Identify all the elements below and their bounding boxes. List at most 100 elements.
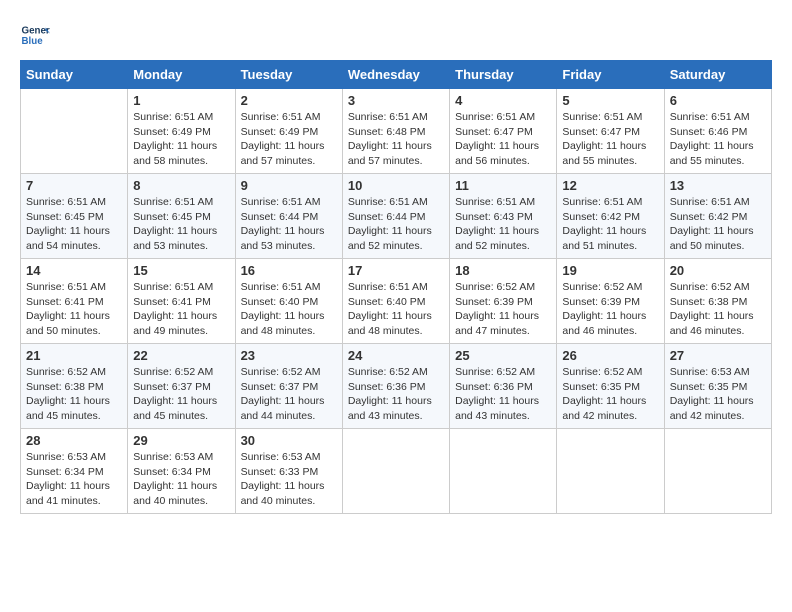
header-tuesday: Tuesday xyxy=(235,61,342,89)
calendar-cell xyxy=(342,429,449,514)
day-number: 11 xyxy=(455,178,551,193)
cell-details: Sunrise: 6:53 AMSunset: 6:33 PMDaylight:… xyxy=(241,450,337,509)
day-number: 16 xyxy=(241,263,337,278)
day-number: 6 xyxy=(670,93,766,108)
day-number: 28 xyxy=(26,433,122,448)
cell-details: Sunrise: 6:52 AMSunset: 6:39 PMDaylight:… xyxy=(562,280,658,339)
cell-details: Sunrise: 6:51 AMSunset: 6:40 PMDaylight:… xyxy=(348,280,444,339)
calendar-cell: 8 Sunrise: 6:51 AMSunset: 6:45 PMDaylight… xyxy=(128,174,235,259)
day-number: 5 xyxy=(562,93,658,108)
day-number: 22 xyxy=(133,348,229,363)
week-row-3: 21 Sunrise: 6:52 AMSunset: 6:38 PMDayligh… xyxy=(21,344,772,429)
calendar-cell: 18Sunrise: 6:52 AMSunset: 6:39 PMDayligh… xyxy=(450,259,557,344)
day-number: 4 xyxy=(455,93,551,108)
day-number: 13 xyxy=(670,178,766,193)
cell-details: Sunrise: 6:51 AMSunset: 6:47 PMDaylight:… xyxy=(562,110,658,169)
cell-details: Sunrise: 6:52 AMSunset: 6:37 PMDaylight:… xyxy=(241,365,337,424)
cell-details: Sunrise: 6:52 AMSunset: 6:36 PMDaylight:… xyxy=(348,365,444,424)
cell-details: Sunrise: 6:52 AMSunset: 6:38 PMDaylight:… xyxy=(26,365,122,424)
week-row-1: 7 Sunrise: 6:51 AMSunset: 6:45 PMDaylight… xyxy=(21,174,772,259)
day-number: 12 xyxy=(562,178,658,193)
header-saturday: Saturday xyxy=(664,61,771,89)
day-number: 24 xyxy=(348,348,444,363)
cell-details: Sunrise: 6:51 AMSunset: 6:41 PMDaylight:… xyxy=(133,280,229,339)
svg-text:Blue: Blue xyxy=(22,36,44,47)
logo-icon: General Blue xyxy=(20,20,50,50)
calendar-cell: 10Sunrise: 6:51 AMSunset: 6:44 PMDayligh… xyxy=(342,174,449,259)
day-number: 23 xyxy=(241,348,337,363)
calendar-cell: 28 Sunrise: 6:53 AMSunset: 6:34 PMDayligh… xyxy=(21,429,128,514)
cell-details: Sunrise: 6:51 AMSunset: 6:42 PMDaylight:… xyxy=(562,195,658,254)
cell-details: Sunrise: 6:51 AMSunset: 6:49 PMDaylight:… xyxy=(241,110,337,169)
calendar-table: SundayMondayTuesdayWednesdayThursdayFrid… xyxy=(20,60,772,514)
calendar-cell: 7 Sunrise: 6:51 AMSunset: 6:45 PMDaylight… xyxy=(21,174,128,259)
calendar-cell: 30 Sunrise: 6:53 AMSunset: 6:33 PMDayligh… xyxy=(235,429,342,514)
cell-details: Sunrise: 6:51 AMSunset: 6:43 PMDaylight:… xyxy=(455,195,551,254)
cell-details: Sunrise: 6:51 AMSunset: 6:42 PMDaylight:… xyxy=(670,195,766,254)
cell-details: Sunrise: 6:51 AMSunset: 6:40 PMDaylight:… xyxy=(241,280,337,339)
calendar-cell: 16 Sunrise: 6:51 AMSunset: 6:40 PMDayligh… xyxy=(235,259,342,344)
header-thursday: Thursday xyxy=(450,61,557,89)
day-number: 19 xyxy=(562,263,658,278)
day-number: 2 xyxy=(241,93,337,108)
week-row-4: 28 Sunrise: 6:53 AMSunset: 6:34 PMDayligh… xyxy=(21,429,772,514)
calendar-cell xyxy=(557,429,664,514)
svg-text:General: General xyxy=(22,26,51,37)
cell-details: Sunrise: 6:51 AMSunset: 6:47 PMDaylight:… xyxy=(455,110,551,169)
cell-details: Sunrise: 6:51 AMSunset: 6:44 PMDaylight:… xyxy=(241,195,337,254)
cell-details: Sunrise: 6:53 AMSunset: 6:34 PMDaylight:… xyxy=(26,450,122,509)
calendar-cell: 20 Sunrise: 6:52 AMSunset: 6:38 PMDayligh… xyxy=(664,259,771,344)
calendar-cell: 22 Sunrise: 6:52 AMSunset: 6:37 PMDayligh… xyxy=(128,344,235,429)
calendar-cell: 27 Sunrise: 6:53 AMSunset: 6:35 PMDayligh… xyxy=(664,344,771,429)
day-number: 21 xyxy=(26,348,122,363)
week-row-0: 1Sunrise: 6:51 AMSunset: 6:49 PMDaylight… xyxy=(21,89,772,174)
cell-details: Sunrise: 6:51 AMSunset: 6:44 PMDaylight:… xyxy=(348,195,444,254)
calendar-cell: 14 Sunrise: 6:51 AMSunset: 6:41 PMDayligh… xyxy=(21,259,128,344)
logo: General Blue xyxy=(20,20,54,50)
calendar-cell: 12 Sunrise: 6:51 AMSunset: 6:42 PMDayligh… xyxy=(557,174,664,259)
day-number: 30 xyxy=(241,433,337,448)
calendar-cell: 4 Sunrise: 6:51 AMSunset: 6:47 PMDaylight… xyxy=(450,89,557,174)
cell-details: Sunrise: 6:53 AMSunset: 6:34 PMDaylight:… xyxy=(133,450,229,509)
cell-details: Sunrise: 6:51 AMSunset: 6:45 PMDaylight:… xyxy=(133,195,229,254)
header-wednesday: Wednesday xyxy=(342,61,449,89)
header-friday: Friday xyxy=(557,61,664,89)
day-number: 8 xyxy=(133,178,229,193)
calendar-cell: 9 Sunrise: 6:51 AMSunset: 6:44 PMDaylight… xyxy=(235,174,342,259)
day-number: 17 xyxy=(348,263,444,278)
cell-details: Sunrise: 6:52 AMSunset: 6:39 PMDaylight:… xyxy=(455,280,551,339)
day-number: 14 xyxy=(26,263,122,278)
calendar-cell: 21 Sunrise: 6:52 AMSunset: 6:38 PMDayligh… xyxy=(21,344,128,429)
calendar-cell: 1Sunrise: 6:51 AMSunset: 6:49 PMDaylight… xyxy=(128,89,235,174)
header-row: SundayMondayTuesdayWednesdayThursdayFrid… xyxy=(21,61,772,89)
calendar-cell: 15 Sunrise: 6:51 AMSunset: 6:41 PMDayligh… xyxy=(128,259,235,344)
day-number: 26 xyxy=(562,348,658,363)
day-number: 15 xyxy=(133,263,229,278)
day-number: 7 xyxy=(26,178,122,193)
cell-details: Sunrise: 6:53 AMSunset: 6:35 PMDaylight:… xyxy=(670,365,766,424)
cell-details: Sunrise: 6:51 AMSunset: 6:45 PMDaylight:… xyxy=(26,195,122,254)
cell-details: Sunrise: 6:52 AMSunset: 6:35 PMDaylight:… xyxy=(562,365,658,424)
day-number: 9 xyxy=(241,178,337,193)
cell-details: Sunrise: 6:51 AMSunset: 6:41 PMDaylight:… xyxy=(26,280,122,339)
calendar-cell: 19 Sunrise: 6:52 AMSunset: 6:39 PMDayligh… xyxy=(557,259,664,344)
calendar-cell: 6 Sunrise: 6:51 AMSunset: 6:46 PMDaylight… xyxy=(664,89,771,174)
day-number: 20 xyxy=(670,263,766,278)
day-number: 27 xyxy=(670,348,766,363)
cell-details: Sunrise: 6:51 AMSunset: 6:49 PMDaylight:… xyxy=(133,110,229,169)
page-header: General Blue xyxy=(20,20,772,50)
calendar-cell xyxy=(21,89,128,174)
calendar-cell: 24 Sunrise: 6:52 AMSunset: 6:36 PMDayligh… xyxy=(342,344,449,429)
calendar-cell: 23 Sunrise: 6:52 AMSunset: 6:37 PMDayligh… xyxy=(235,344,342,429)
cell-details: Sunrise: 6:51 AMSunset: 6:46 PMDaylight:… xyxy=(670,110,766,169)
cell-details: Sunrise: 6:52 AMSunset: 6:38 PMDaylight:… xyxy=(670,280,766,339)
calendar-cell xyxy=(450,429,557,514)
calendar-cell: 2 Sunrise: 6:51 AMSunset: 6:49 PMDaylight… xyxy=(235,89,342,174)
calendar-cell: 11 Sunrise: 6:51 AMSunset: 6:43 PMDayligh… xyxy=(450,174,557,259)
cell-details: Sunrise: 6:52 AMSunset: 6:37 PMDaylight:… xyxy=(133,365,229,424)
day-number: 25 xyxy=(455,348,551,363)
calendar-cell: 3Sunrise: 6:51 AMSunset: 6:48 PMDaylight… xyxy=(342,89,449,174)
header-sunday: Sunday xyxy=(21,61,128,89)
week-row-2: 14 Sunrise: 6:51 AMSunset: 6:41 PMDayligh… xyxy=(21,259,772,344)
day-number: 29 xyxy=(133,433,229,448)
